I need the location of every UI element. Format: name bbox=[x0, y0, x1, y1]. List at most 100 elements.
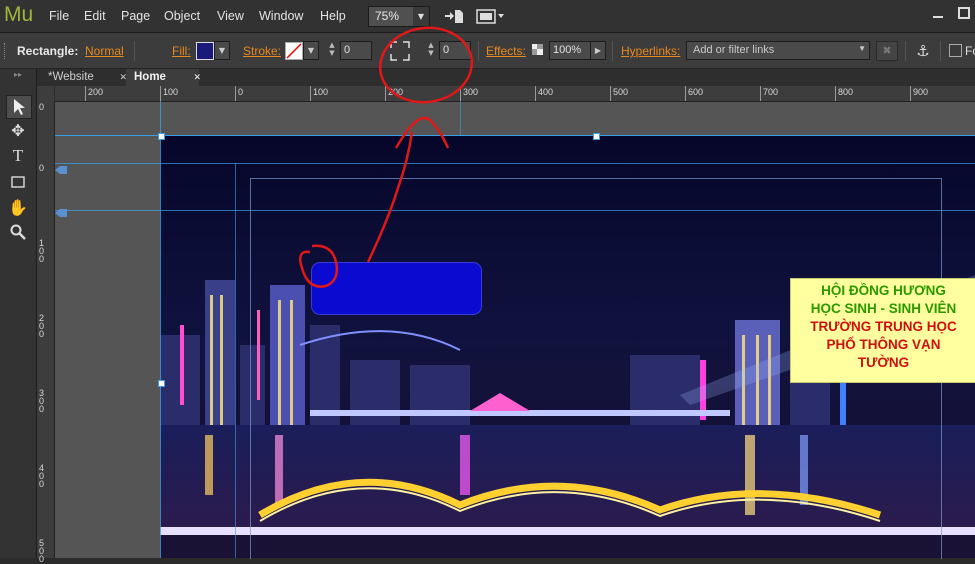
title-line-1: HỘI ĐỒNG HƯƠNG bbox=[821, 283, 946, 298]
content-guide bbox=[460, 101, 461, 136]
stroke-width-value: 0 bbox=[344, 44, 351, 56]
ruler-label: 0 bbox=[238, 87, 244, 97]
menu-help[interactable]: Help bbox=[320, 9, 346, 23]
ruler-label: 900 bbox=[913, 87, 929, 97]
hand-tool-icon[interactable]: ✋ bbox=[6, 197, 30, 219]
divider bbox=[612, 41, 613, 61]
guide-line[interactable] bbox=[55, 135, 975, 136]
ruler-label: 800 bbox=[838, 87, 854, 97]
zoom-select[interactable]: 75% ▼ bbox=[368, 6, 430, 27]
selection-handle[interactable] bbox=[158, 380, 165, 387]
ruler-label: 600 bbox=[688, 87, 704, 97]
element-state-link[interactable]: Normal bbox=[85, 44, 124, 58]
menu-object[interactable]: Object bbox=[164, 9, 200, 23]
crop-tool-icon[interactable]: ✥ bbox=[6, 120, 30, 142]
tools-panel: ▸▸ ✥ T ✋ bbox=[0, 69, 37, 558]
fill-label[interactable]: Fill: bbox=[172, 44, 191, 58]
fill-swatch[interactable] bbox=[196, 42, 214, 60]
selection-handle[interactable] bbox=[158, 133, 165, 140]
ruler-corner bbox=[37, 86, 54, 101]
hyperlinks-label[interactable]: Hyperlinks: bbox=[621, 44, 680, 58]
anchor-icon[interactable]: ⚓ bbox=[914, 42, 932, 60]
app-logo: Mu bbox=[4, 3, 34, 26]
close-icon[interactable]: ✕ bbox=[193, 69, 201, 86]
ruler-label: 400 bbox=[538, 87, 554, 97]
chevron-down-icon[interactable]: ▼ bbox=[214, 41, 230, 60]
divider bbox=[905, 41, 906, 61]
content-guide bbox=[235, 163, 236, 558]
corner-stepper[interactable]: ▲ ▼ bbox=[425, 41, 437, 58]
minimize-icon[interactable] bbox=[931, 7, 945, 19]
page-edge-guide bbox=[160, 101, 161, 558]
opacity-icon bbox=[532, 44, 543, 55]
menu-view[interactable]: View bbox=[217, 9, 244, 23]
vertical-ruler: 0 0 100 200 300 400 500 bbox=[37, 101, 55, 564]
preview-icon[interactable] bbox=[476, 7, 506, 25]
tab-home[interactable]: Home ✕ bbox=[126, 69, 201, 86]
control-bar: Rectangle: Normal Fill: ▼ Stroke: ▼ ▲ ▼ 0… bbox=[0, 33, 975, 69]
drag-handle[interactable] bbox=[4, 43, 9, 59]
ruler-label: 200 bbox=[39, 313, 45, 339]
ruler-label: 400 bbox=[39, 463, 45, 489]
ruler-label: 0 bbox=[39, 102, 45, 112]
ruler-label: 100 bbox=[163, 87, 179, 97]
ruler-label: 100 bbox=[39, 238, 45, 264]
checkbox[interactable] bbox=[949, 44, 962, 57]
opacity-value: 100% bbox=[553, 44, 582, 56]
effects-label[interactable]: Effects: bbox=[486, 44, 526, 58]
menu-window[interactable]: Window bbox=[259, 9, 303, 23]
chevron-down-icon[interactable]: ▼ bbox=[303, 41, 319, 60]
divider bbox=[478, 41, 479, 61]
divider bbox=[940, 41, 941, 61]
divider bbox=[134, 41, 135, 61]
stroke-width-input[interactable]: 0 bbox=[340, 41, 372, 60]
hyperlinks-placeholder: Add or filter links bbox=[693, 44, 775, 56]
horizontal-ruler: 200 100 0 100 200 300 400 500 600 700 80… bbox=[55, 86, 975, 102]
ruler-label: 0 bbox=[39, 163, 45, 173]
text-tool-icon[interactable]: T bbox=[6, 145, 30, 167]
hyperlinks-input[interactable]: Add or filter links ▼ bbox=[686, 41, 870, 60]
title-line-5: TƯỜNG bbox=[857, 355, 910, 370]
title-line-3: TRƯỜNG TRUNG HỌC bbox=[810, 319, 957, 334]
ruler-label: 300 bbox=[463, 87, 479, 97]
ruler-label: 700 bbox=[763, 87, 779, 97]
maximize-icon[interactable] bbox=[957, 6, 971, 20]
stroke-stepper[interactable]: ▲ ▼ bbox=[326, 41, 338, 58]
document-tabs: *Website ✕ Home ✕ bbox=[37, 69, 975, 86]
selection-tool-icon[interactable] bbox=[6, 95, 32, 119]
stroke-label[interactable]: Stroke: bbox=[243, 44, 281, 58]
chevron-right-icon[interactable]: ▶ bbox=[590, 41, 606, 60]
ruler-label: 200 bbox=[88, 87, 104, 97]
checkbox-label: Fo bbox=[965, 44, 975, 58]
rounded-rectangle[interactable] bbox=[311, 262, 482, 315]
zoom-tool-icon[interactable] bbox=[6, 221, 30, 243]
chevron-down-icon[interactable]: ▼ bbox=[858, 44, 866, 53]
menu-bar: Mu File Edit Page Object View Window Hel… bbox=[0, 0, 975, 33]
ruler-label: 100 bbox=[313, 87, 329, 97]
corner-radius-icon[interactable] bbox=[389, 40, 411, 62]
ruler-label: 300 bbox=[39, 388, 45, 414]
tab-website[interactable]: *Website ✕ bbox=[40, 69, 127, 86]
title-line-4: PHỔ THÔNG VẠN bbox=[826, 337, 941, 352]
rectangle-tool-icon[interactable] bbox=[6, 171, 30, 193]
clear-link-button[interactable]: ✖ bbox=[876, 41, 898, 61]
corner-radius-input[interactable]: 0 bbox=[439, 41, 471, 60]
menu-page[interactable]: Page bbox=[121, 9, 150, 23]
title-text-frame[interactable]: HỘI ĐỒNG HƯƠNG HỌC SINH - SINH VIÊN TRƯỜ… bbox=[790, 278, 975, 383]
corner-radius-value: 0 bbox=[443, 44, 450, 56]
opacity-input[interactable]: 100% bbox=[549, 41, 591, 60]
guide-handle-icon[interactable] bbox=[55, 163, 67, 174]
tab-label: *Website bbox=[48, 71, 94, 83]
selection-handle[interactable] bbox=[593, 133, 600, 140]
ruler-label: 200 bbox=[388, 87, 404, 97]
collapse-icon[interactable]: ▸▸ bbox=[14, 70, 22, 79]
guide-line[interactable] bbox=[55, 163, 975, 164]
tab-label: Home bbox=[134, 71, 166, 83]
chevron-down-icon[interactable]: ▼ bbox=[413, 7, 429, 26]
stroke-swatch[interactable] bbox=[285, 42, 303, 60]
zoom-value: 75% bbox=[375, 9, 400, 23]
arrow-page-icon[interactable] bbox=[444, 7, 464, 25]
menu-edit[interactable]: Edit bbox=[84, 9, 106, 23]
guide-handle-icon[interactable] bbox=[55, 206, 67, 217]
menu-file[interactable]: File bbox=[49, 9, 69, 23]
